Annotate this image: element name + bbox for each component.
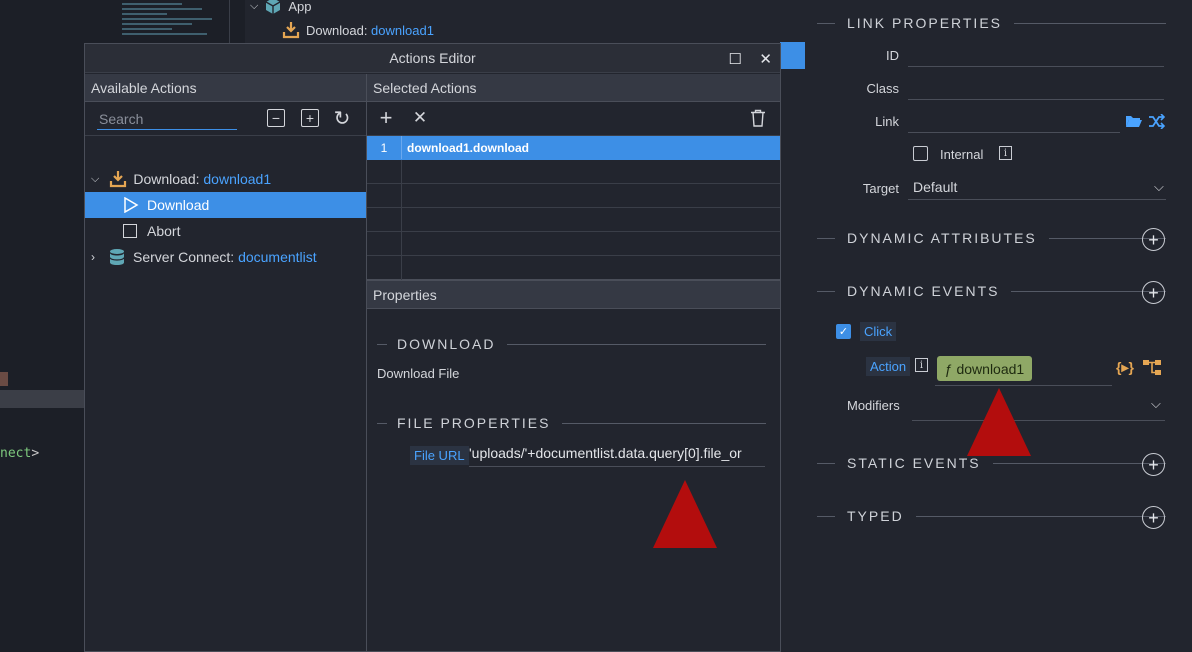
selected-action-row[interactable]: 1 download1.download [367,136,780,160]
modifiers-label: Modifiers [847,398,900,413]
actions-editor-dialog: Actions Editor ☐ ✕ Available Actions − +… [84,43,781,652]
link-input[interactable] [908,132,1120,133]
data-bindings-icon[interactable]: {▸} [1116,359,1134,376]
database-icon [109,249,125,265]
dialog-title-bar[interactable]: Actions Editor ☐ ✕ [85,44,780,73]
app-cube-icon [265,0,281,14]
row-number: 1 [367,136,402,159]
download-description: Download File [377,366,460,381]
target-label: Target [862,181,899,196]
tree-item-label: Abort [147,223,181,239]
target-select[interactable] [908,199,1166,200]
modifiers-select[interactable] [912,420,1165,421]
download-icon [110,171,127,188]
properties-body: DOWNLOAD Download File FILE PROPERTIES F… [367,309,780,629]
selected-actions-grid: 1 download1.download [367,136,780,280]
tree-item-server-connect[interactable]: › Server Connect: documentlist [85,244,366,270]
download-icon [282,22,300,39]
chevron-down-icon[interactable]: ⌵ [91,173,99,186]
code-minimap [112,0,230,44]
close-button[interactable]: ✕ [759,50,772,68]
file-url-label: File URL [410,446,469,465]
file-properties-heading: FILE PROPERTIES [377,415,766,431]
maximize-button[interactable]: ☐ [729,50,742,68]
properties-header: Properties [367,280,780,309]
app-structure-tree: ⌵ App Download: download1 [245,0,805,44]
id-label: ID [886,48,899,63]
dialog-title: Actions Editor [389,50,476,66]
chevron-down-icon[interactable]: ⌵ [1154,179,1164,195]
stop-icon [123,224,137,238]
id-input[interactable] [908,66,1164,67]
search-input[interactable] [97,108,237,130]
properties-panel: LINK PROPERTIES ID Class Link Internal i… [805,0,1192,652]
selected-actions-toolbar: + ✕ [367,102,780,136]
action-info-icon[interactable]: i [915,358,928,372]
play-icon [124,197,139,213]
link-properties-heading: LINK PROPERTIES [817,15,1166,31]
class-input[interactable] [908,99,1164,100]
internal-checkbox[interactable] [913,146,928,161]
click-event-label[interactable]: Click [860,322,897,341]
code-text: nect> [0,446,40,461]
add-typed-button[interactable]: + [1142,506,1165,529]
chevron-down-icon: ⌵ [250,0,259,12]
remove-icon[interactable]: ✕ [411,108,429,127]
dynamic-events-heading: DYNAMIC EVENTS [817,283,1166,299]
chevron-right-icon[interactable]: › [91,250,95,264]
click-event-checkbox[interactable]: ✓ [836,324,851,339]
tree-item-label: Download: download1 [133,171,272,187]
empty-row [367,160,780,184]
add-dynamic-event-button[interactable]: + [1142,281,1165,304]
action-label: Action [866,357,911,376]
file-url-input[interactable]: 'uploads/'+documentlist.data.query[0].fi… [469,445,765,467]
code-marker [0,372,8,386]
tree-item-label: Download [147,197,210,213]
tree-item-download[interactable]: ⌵ Download: download1 [85,166,366,192]
selection-indicator [780,42,805,69]
refresh-icon[interactable]: ↻ [333,108,351,130]
tree-item-label: Server Connect: documentlist [133,249,317,265]
shuffle-icon[interactable] [1148,114,1165,129]
download-section-heading: DOWNLOAD [377,336,766,352]
empty-row [367,256,780,280]
code-selection [0,390,84,408]
tree-item-abort-action[interactable]: Abort [85,218,366,244]
empty-row [367,232,780,256]
tree-item-download-action[interactable]: Download [85,192,366,218]
selected-actions-header: Selected Actions [367,74,780,102]
typed-heading: TYPED [817,508,1166,524]
tree-item-download[interactable]: Download: download1 [282,21,434,39]
available-actions-toolbar: − + ↻ [85,102,366,136]
target-select-value[interactable]: Default [913,179,957,195]
chevron-down-icon[interactable]: ⌵ [1151,396,1161,412]
empty-row [367,208,780,232]
action-name: download1.download [407,141,529,155]
tree-item-app[interactable]: ⌵ App [250,0,311,15]
selected-actions-pane: Selected Actions + ✕ 1 download1.downloa… [367,74,780,651]
add-static-event-button[interactable]: + [1142,453,1165,476]
collapse-all-icon[interactable]: − [267,109,285,127]
static-events-heading: STATIC EVENTS [817,455,1166,471]
class-label: Class [866,81,899,96]
add-icon[interactable]: + [377,105,395,130]
action-value-chip[interactable]: ƒ download1 [937,356,1032,381]
empty-row [367,184,780,208]
tree-item-app-label: App [288,0,312,14]
link-label: Link [875,114,899,129]
dynamic-attributes-heading: DYNAMIC ATTRIBUTES [817,230,1166,246]
folder-open-icon[interactable] [1125,114,1143,128]
tree-item-download-label: Download: download1 [306,22,434,38]
add-dynamic-attribute-button[interactable]: + [1142,228,1165,251]
info-icon[interactable]: i [999,146,1012,160]
internal-label: Internal [940,147,984,162]
expand-all-icon[interactable]: + [301,109,319,127]
annotation-arrow [967,388,1031,456]
flow-icon[interactable] [1142,359,1162,376]
available-actions-header: Available Actions [85,74,366,102]
trash-icon[interactable] [750,109,766,127]
available-actions-pane: Available Actions − + ↻ ⌵ Download: down… [85,74,367,651]
annotation-arrow [653,480,717,548]
action-input[interactable] [935,385,1112,386]
